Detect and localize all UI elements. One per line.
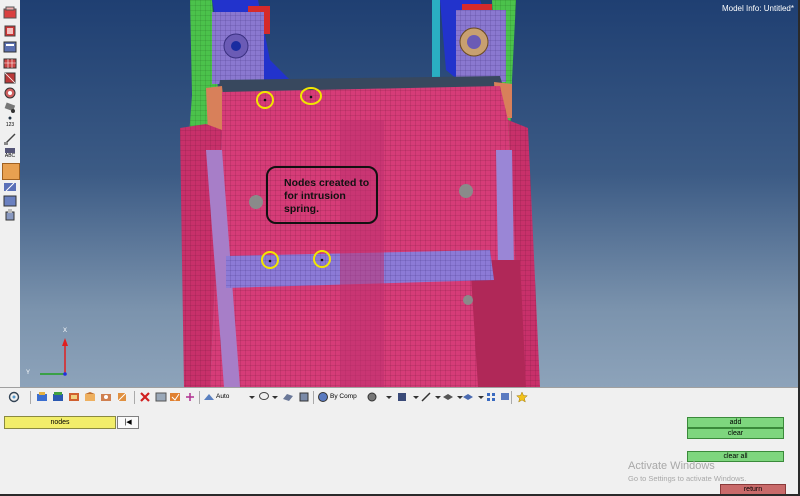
plane-icon[interactable] <box>442 391 454 403</box>
floor-hole <box>249 195 263 209</box>
geometry-icon[interactable] <box>84 391 96 403</box>
component-display-icon[interactable] <box>36 391 48 403</box>
rotate-icon[interactable] <box>8 391 20 403</box>
abc-annotation-icon[interactable]: ABC <box>2 148 18 162</box>
component-icon[interactable] <box>3 6 17 20</box>
material-icon[interactable] <box>3 208 17 222</box>
line-icon[interactable] <box>420 391 432 403</box>
return-button[interactable]: return <box>720 484 786 495</box>
reset-selection-button[interactable]: |◀ <box>117 416 139 429</box>
loads-icon[interactable] <box>100 391 112 403</box>
cad-display-icon[interactable] <box>68 391 80 403</box>
activate-windows-title: Activate Windows <box>628 460 715 472</box>
system-icon[interactable] <box>3 194 17 208</box>
cyan-rail <box>432 0 440 78</box>
graphics-viewport[interactable]: Model Info: Untitled* Nodes created to f… <box>20 0 798 387</box>
vector-icon[interactable] <box>3 180 17 194</box>
chevron-down-icon[interactable] <box>269 391 281 403</box>
left-toolbar: ● 123 ABC <box>0 0 21 387</box>
shade-icon[interactable] <box>396 391 408 403</box>
toolbar-separator <box>134 391 135 404</box>
bottom-toolbar: Auto By Comp <box>0 387 800 408</box>
auto-dropdown[interactable]: Auto <box>216 393 229 400</box>
abc-label: ABC <box>4 153 16 159</box>
delete-icon[interactable] <box>139 391 151 403</box>
vehicle-mesh-model[interactable] <box>20 0 798 387</box>
mesh-display-icon[interactable] <box>52 391 64 403</box>
nodes-selector[interactable]: nodes <box>4 416 116 429</box>
strut-tower-right <box>456 10 506 82</box>
layers-icon[interactable] <box>462 391 474 403</box>
label-icon[interactable] <box>3 101 17 115</box>
measure-icon[interactable] <box>3 132 17 146</box>
activate-windows-subtitle: Go to Settings to activate Windows. <box>628 474 747 483</box>
systems-icon[interactable] <box>116 391 128 403</box>
show-icon[interactable] <box>169 391 181 403</box>
view-icon[interactable] <box>499 391 511 403</box>
connector-icon[interactable] <box>3 86 17 100</box>
axis-y-label: Y <box>26 370 31 376</box>
grid-icon[interactable] <box>485 391 497 403</box>
element-color-icon[interactable] <box>366 391 378 403</box>
assembly-icon[interactable] <box>3 24 17 38</box>
floor-tunnel <box>340 120 384 387</box>
wireframe-icon[interactable] <box>298 391 310 403</box>
reverse-icon[interactable] <box>184 391 196 403</box>
strut-tower-left <box>212 12 264 84</box>
mask-icon[interactable] <box>203 391 215 403</box>
clear-button[interactable]: clear <box>687 428 784 439</box>
element-icon[interactable] <box>3 71 17 85</box>
toolbar-separator <box>511 391 512 404</box>
panel-area: nodes |◀ add clear clear all Activate Wi… <box>0 407 800 496</box>
by-comp-dropdown[interactable]: By Comp <box>330 393 357 400</box>
toolbar-separator <box>199 391 200 404</box>
axis-x-label: X <box>63 328 68 334</box>
mesh-icon[interactable] <box>3 56 17 70</box>
numbering-label: 123 <box>5 122 15 128</box>
hypermesh-window: ● 123 ABC Model Info: Untitled* Nodes cr… <box>0 0 800 496</box>
display-all-icon[interactable] <box>155 391 167 403</box>
chevron-down-icon[interactable] <box>246 391 258 403</box>
color-by-icon[interactable] <box>317 391 329 403</box>
axis-triad <box>40 338 68 376</box>
floor-hole <box>459 184 473 198</box>
toolbar-separator <box>30 391 31 404</box>
floor-hole <box>463 295 473 305</box>
toolbar-separator <box>313 391 314 404</box>
annotation-callout: Nodes created to for intrusion spring. <box>266 166 378 224</box>
numbering-icon[interactable]: ● 123 <box>2 115 18 130</box>
model-info: Model Info: Untitled* <box>721 4 794 13</box>
abc-label-icon[interactable] <box>2 163 20 180</box>
star-icon[interactable] <box>516 391 528 403</box>
chevron-down-icon[interactable] <box>383 391 395 403</box>
add-button[interactable]: add <box>687 417 784 428</box>
shaded-icon[interactable] <box>282 391 294 403</box>
model-browser-icon[interactable] <box>3 40 17 54</box>
